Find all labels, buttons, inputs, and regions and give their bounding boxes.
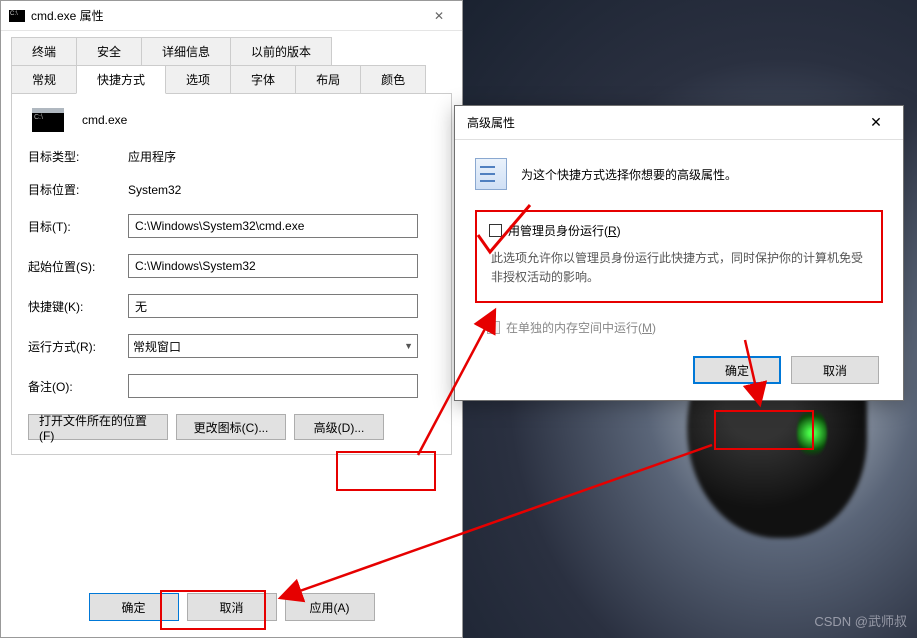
open-file-location-button[interactable]: 打开文件所在的位置(F) xyxy=(28,414,168,440)
hotkey-label: 快捷键(K): xyxy=(28,298,128,315)
adv-title-text: 高级属性 xyxy=(467,114,861,131)
comment-label: 备注(O): xyxy=(28,378,128,395)
hotkey-input[interactable] xyxy=(128,294,418,318)
properties-icon xyxy=(475,158,507,190)
separate-memory-label: 在单独的内存空间中运行(M) xyxy=(506,319,656,336)
ok-button[interactable]: 确定 xyxy=(89,593,179,621)
run-select-value: 常规窗口 xyxy=(133,338,181,355)
separate-memory-checkbox xyxy=(487,321,500,334)
close-icon[interactable]: ✕ xyxy=(424,9,454,23)
apply-button[interactable]: 应用(A) xyxy=(285,593,375,621)
tab-colors[interactable]: 颜色 xyxy=(360,65,426,94)
run-select[interactable]: 常规窗口 ▼ xyxy=(128,334,418,358)
close-icon[interactable]: ✕ xyxy=(861,114,891,131)
run-as-admin-label: 用管理员身份运行(R) xyxy=(508,222,621,239)
shortcut-app-icon xyxy=(32,108,64,132)
tab-general[interactable]: 常规 xyxy=(11,65,77,94)
tab-layout[interactable]: 布局 xyxy=(295,65,361,94)
adv-cancel-button[interactable]: 取消 xyxy=(791,356,879,384)
tab-container: 终端 安全 详细信息 以前的版本 常规 快捷方式 选项 字体 布局 颜色 xyxy=(1,31,462,94)
tab-content: cmd.exe 目标类型: 应用程序 目标位置: System32 目标(T):… xyxy=(11,93,452,455)
target-label: 目标(T): xyxy=(28,218,128,235)
target-type-value: 应用程序 xyxy=(128,148,435,165)
window-title: cmd.exe 属性 xyxy=(31,7,424,24)
tab-details[interactable]: 详细信息 xyxy=(141,37,231,65)
target-type-label: 目标类型: xyxy=(28,148,128,165)
watermark: CSDN @武师叔 xyxy=(814,611,907,630)
run-as-admin-description: 此选项允许你以管理员身份运行此快捷方式，同时保护你的计算机免受非授权活动的影响。 xyxy=(491,249,869,287)
start-in-input[interactable] xyxy=(128,254,418,278)
admin-run-group: 用管理员身份运行(R) 此选项允许你以管理员身份运行此快捷方式，同时保护你的计算… xyxy=(475,210,883,303)
target-location-value: System32 xyxy=(128,183,435,197)
target-location-label: 目标位置: xyxy=(28,181,128,198)
cmd-icon xyxy=(9,10,25,22)
tab-shortcut[interactable]: 快捷方式 xyxy=(76,65,166,94)
tab-terminal[interactable]: 终端 xyxy=(11,37,77,65)
shortcut-name: cmd.exe xyxy=(82,113,127,127)
start-in-label: 起始位置(S): xyxy=(28,258,128,275)
chevron-down-icon: ▼ xyxy=(404,341,413,351)
tab-options[interactable]: 选项 xyxy=(165,65,231,94)
adv-ok-button[interactable]: 确定 xyxy=(693,356,781,384)
target-input[interactable] xyxy=(128,214,418,238)
advanced-properties-dialog: 高级属性 ✕ 为这个快捷方式选择你想要的高级属性。 用管理员身份运行(R) 此选… xyxy=(454,105,904,401)
properties-dialog: cmd.exe 属性 ✕ 终端 安全 详细信息 以前的版本 常规 快捷方式 选项… xyxy=(0,0,463,638)
change-icon-button[interactable]: 更改图标(C)... xyxy=(176,414,286,440)
cancel-button[interactable]: 取消 xyxy=(187,593,277,621)
adv-titlebar[interactable]: 高级属性 ✕ xyxy=(455,106,903,140)
tab-font[interactable]: 字体 xyxy=(230,65,296,94)
run-label: 运行方式(R): xyxy=(28,338,128,355)
tab-security[interactable]: 安全 xyxy=(76,37,142,65)
advanced-button[interactable]: 高级(D)... xyxy=(294,414,384,440)
adv-header-text: 为这个快捷方式选择你想要的高级属性。 xyxy=(521,166,737,183)
run-as-admin-checkbox[interactable] xyxy=(489,224,502,237)
tab-previous-versions[interactable]: 以前的版本 xyxy=(230,37,332,65)
comment-input[interactable] xyxy=(128,374,418,398)
titlebar[interactable]: cmd.exe 属性 ✕ xyxy=(1,1,462,31)
